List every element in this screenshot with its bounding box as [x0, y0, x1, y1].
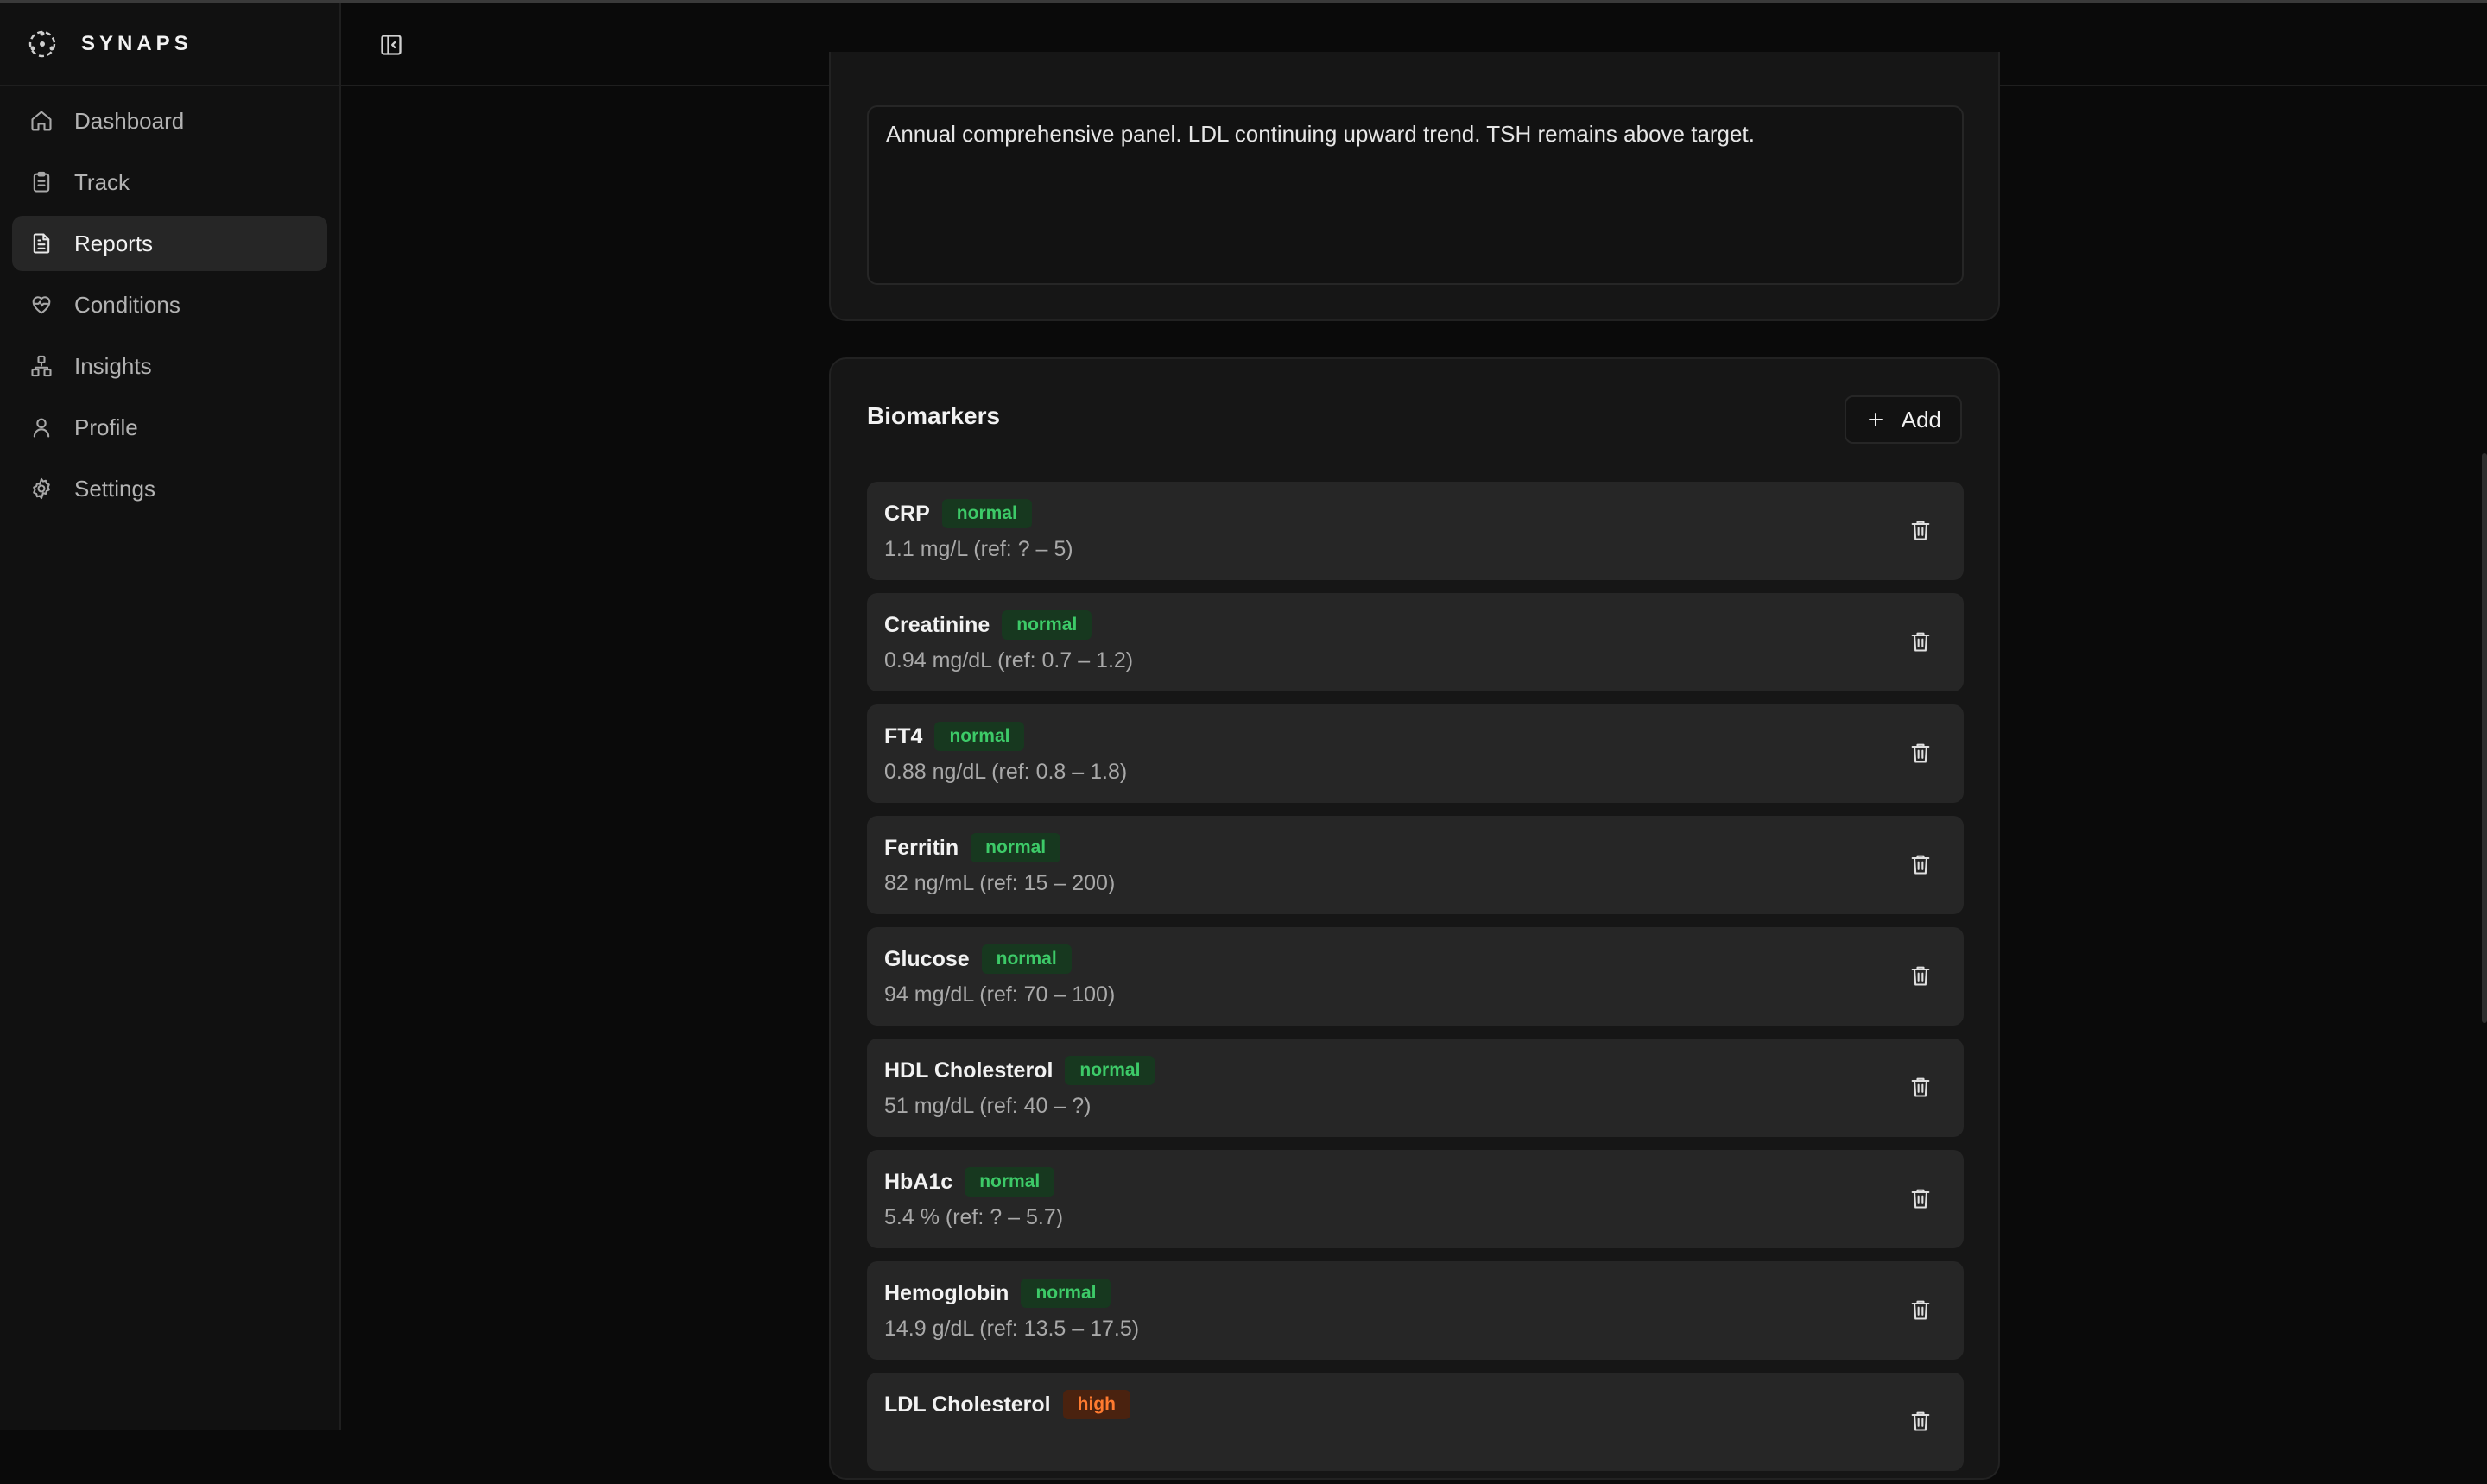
biomarker-name: CRP — [884, 501, 930, 526]
status-badge: normal — [1021, 1279, 1111, 1308]
biomarker-row[interactable]: Glucose normal 94 mg/dL (ref: 70 – 100) — [867, 927, 1964, 1026]
home-icon — [29, 109, 54, 133]
biomarker-value: 0.88 ng/dL (ref: 0.8 – 1.8) — [884, 760, 1128, 784]
biomarker-row[interactable]: LDL Cholesterol high — [867, 1373, 1964, 1471]
user-icon — [29, 415, 54, 439]
biomarker-row[interactable]: Creatinine normal 0.94 mg/dL (ref: 0.7 –… — [867, 593, 1964, 691]
trash-icon[interactable] — [1908, 1298, 1933, 1322]
report-notes-card: Annual comprehensive panel. LDL continui… — [829, 52, 2000, 321]
sidebar-item-insights[interactable]: Insights — [12, 338, 327, 394]
biomarker-value: 1.1 mg/L (ref: ? – 5) — [884, 537, 1073, 561]
status-badge: normal — [1002, 610, 1092, 640]
sidebar-item-label: Insights — [74, 352, 152, 379]
sidebar-item-settings[interactable]: Settings — [12, 461, 327, 516]
biomarker-name: Creatinine — [884, 612, 990, 637]
synaps-logo-icon — [28, 30, 56, 58]
biomarker-name: Hemoglobin — [884, 1280, 1009, 1305]
report-notes-text: Annual comprehensive panel. LDL continui… — [886, 121, 1755, 147]
trash-icon[interactable] — [1908, 741, 1933, 765]
sidebar-item-conditions[interactable]: Conditions — [12, 277, 327, 332]
trash-icon[interactable] — [1908, 1075, 1933, 1099]
sidebar-item-dashboard[interactable]: Dashboard — [12, 93, 327, 148]
add-biomarker-button[interactable]: Add — [1844, 395, 1962, 444]
trash-icon[interactable] — [1908, 963, 1933, 988]
sidebar-nav: Dashboard Track Reports Conditions Insig… — [0, 86, 339, 529]
sidebar-item-label: Settings — [74, 475, 155, 502]
biomarker-row[interactable]: Hemoglobin normal 14.9 g/dL (ref: 13.5 –… — [867, 1261, 1964, 1360]
trash-icon[interactable] — [1908, 1186, 1933, 1210]
status-badge: normal — [971, 833, 1061, 862]
sidebar-item-track[interactable]: Track — [12, 155, 327, 210]
sidebar-item-label: Conditions — [74, 291, 180, 318]
biomarker-value: 0.94 mg/dL (ref: 0.7 – 1.2) — [884, 648, 1134, 673]
biomarker-row[interactable]: FT4 normal 0.88 ng/dL (ref: 0.8 – 1.8) — [867, 704, 1964, 803]
network-icon — [29, 354, 54, 378]
sidebar: SYNAPS Dashboard Track Reports Condition… — [0, 3, 341, 1430]
biomarker-name: HDL Cholesterol — [884, 1058, 1054, 1083]
plus-icon — [1868, 413, 1883, 426]
brand[interactable]: SYNAPS — [0, 3, 339, 86]
trash-icon[interactable] — [1908, 629, 1933, 654]
sidebar-toggle-icon[interactable] — [379, 33, 403, 57]
sidebar-item-label: Track — [74, 168, 130, 195]
sidebar-item-label: Dashboard — [74, 107, 185, 134]
biomarker-row[interactable]: Ferritin normal 82 ng/mL (ref: 15 – 200) — [867, 816, 1964, 914]
clipboard-icon — [29, 170, 54, 194]
status-badge: normal — [981, 944, 1072, 974]
biomarker-value: 82 ng/mL (ref: 15 – 200) — [884, 871, 1116, 895]
brand-name: SYNAPS — [81, 32, 193, 55]
biomarker-name: Glucose — [884, 946, 970, 971]
biomarker-value: 94 mg/dL (ref: 70 – 100) — [884, 982, 1116, 1007]
biomarker-value: 14.9 g/dL (ref: 13.5 – 17.5) — [884, 1317, 1140, 1341]
biomarker-name: LDL Cholesterol — [884, 1392, 1051, 1417]
report-notes-field[interactable]: Annual comprehensive panel. LDL continui… — [867, 105, 1964, 285]
file-text-icon — [29, 231, 54, 256]
biomarker-name: Ferritin — [884, 835, 959, 860]
sidebar-item-reports[interactable]: Reports — [12, 216, 327, 271]
status-badge: normal — [965, 1167, 1055, 1197]
trash-icon[interactable] — [1908, 1409, 1933, 1433]
trash-icon[interactable] — [1908, 518, 1933, 542]
biomarkers-title: Biomarkers — [867, 402, 1001, 429]
biomarker-value: 51 mg/dL (ref: 40 – ?) — [884, 1094, 1092, 1118]
biomarker-name: HbA1c — [884, 1169, 953, 1194]
status-badge: normal — [934, 722, 1025, 751]
status-badge: high — [1062, 1390, 1130, 1419]
sidebar-item-profile[interactable]: Profile — [12, 400, 327, 455]
trash-icon[interactable] — [1908, 852, 1933, 876]
biomarker-name: FT4 — [884, 723, 923, 748]
status-badge: normal — [941, 499, 1032, 528]
biomarker-list: CRP normal 1.1 mg/L (ref: ? – 5) Creatin… — [867, 482, 1964, 1484]
status-badge: normal — [1065, 1056, 1155, 1085]
sidebar-item-label: Profile — [74, 414, 138, 440]
biomarker-row[interactable]: HDL Cholesterol normal 51 mg/dL (ref: 40… — [867, 1039, 1964, 1137]
biomarkers-card: Biomarkers Add CRP normal 1.1 mg/L (ref:… — [829, 357, 2000, 1480]
add-button-label: Add — [1901, 406, 1941, 433]
sidebar-item-label: Reports — [74, 230, 154, 256]
heart-pulse-icon — [29, 293, 54, 317]
biomarker-value: 5.4 % (ref: ? – 5.7) — [884, 1205, 1064, 1229]
biomarker-row[interactable]: HbA1c normal 5.4 % (ref: ? – 5.7) — [867, 1150, 1964, 1248]
biomarker-row[interactable]: CRP normal 1.1 mg/L (ref: ? – 5) — [867, 482, 1964, 580]
page-scrollbar[interactable] — [2482, 453, 2487, 1023]
gear-icon — [29, 477, 54, 501]
